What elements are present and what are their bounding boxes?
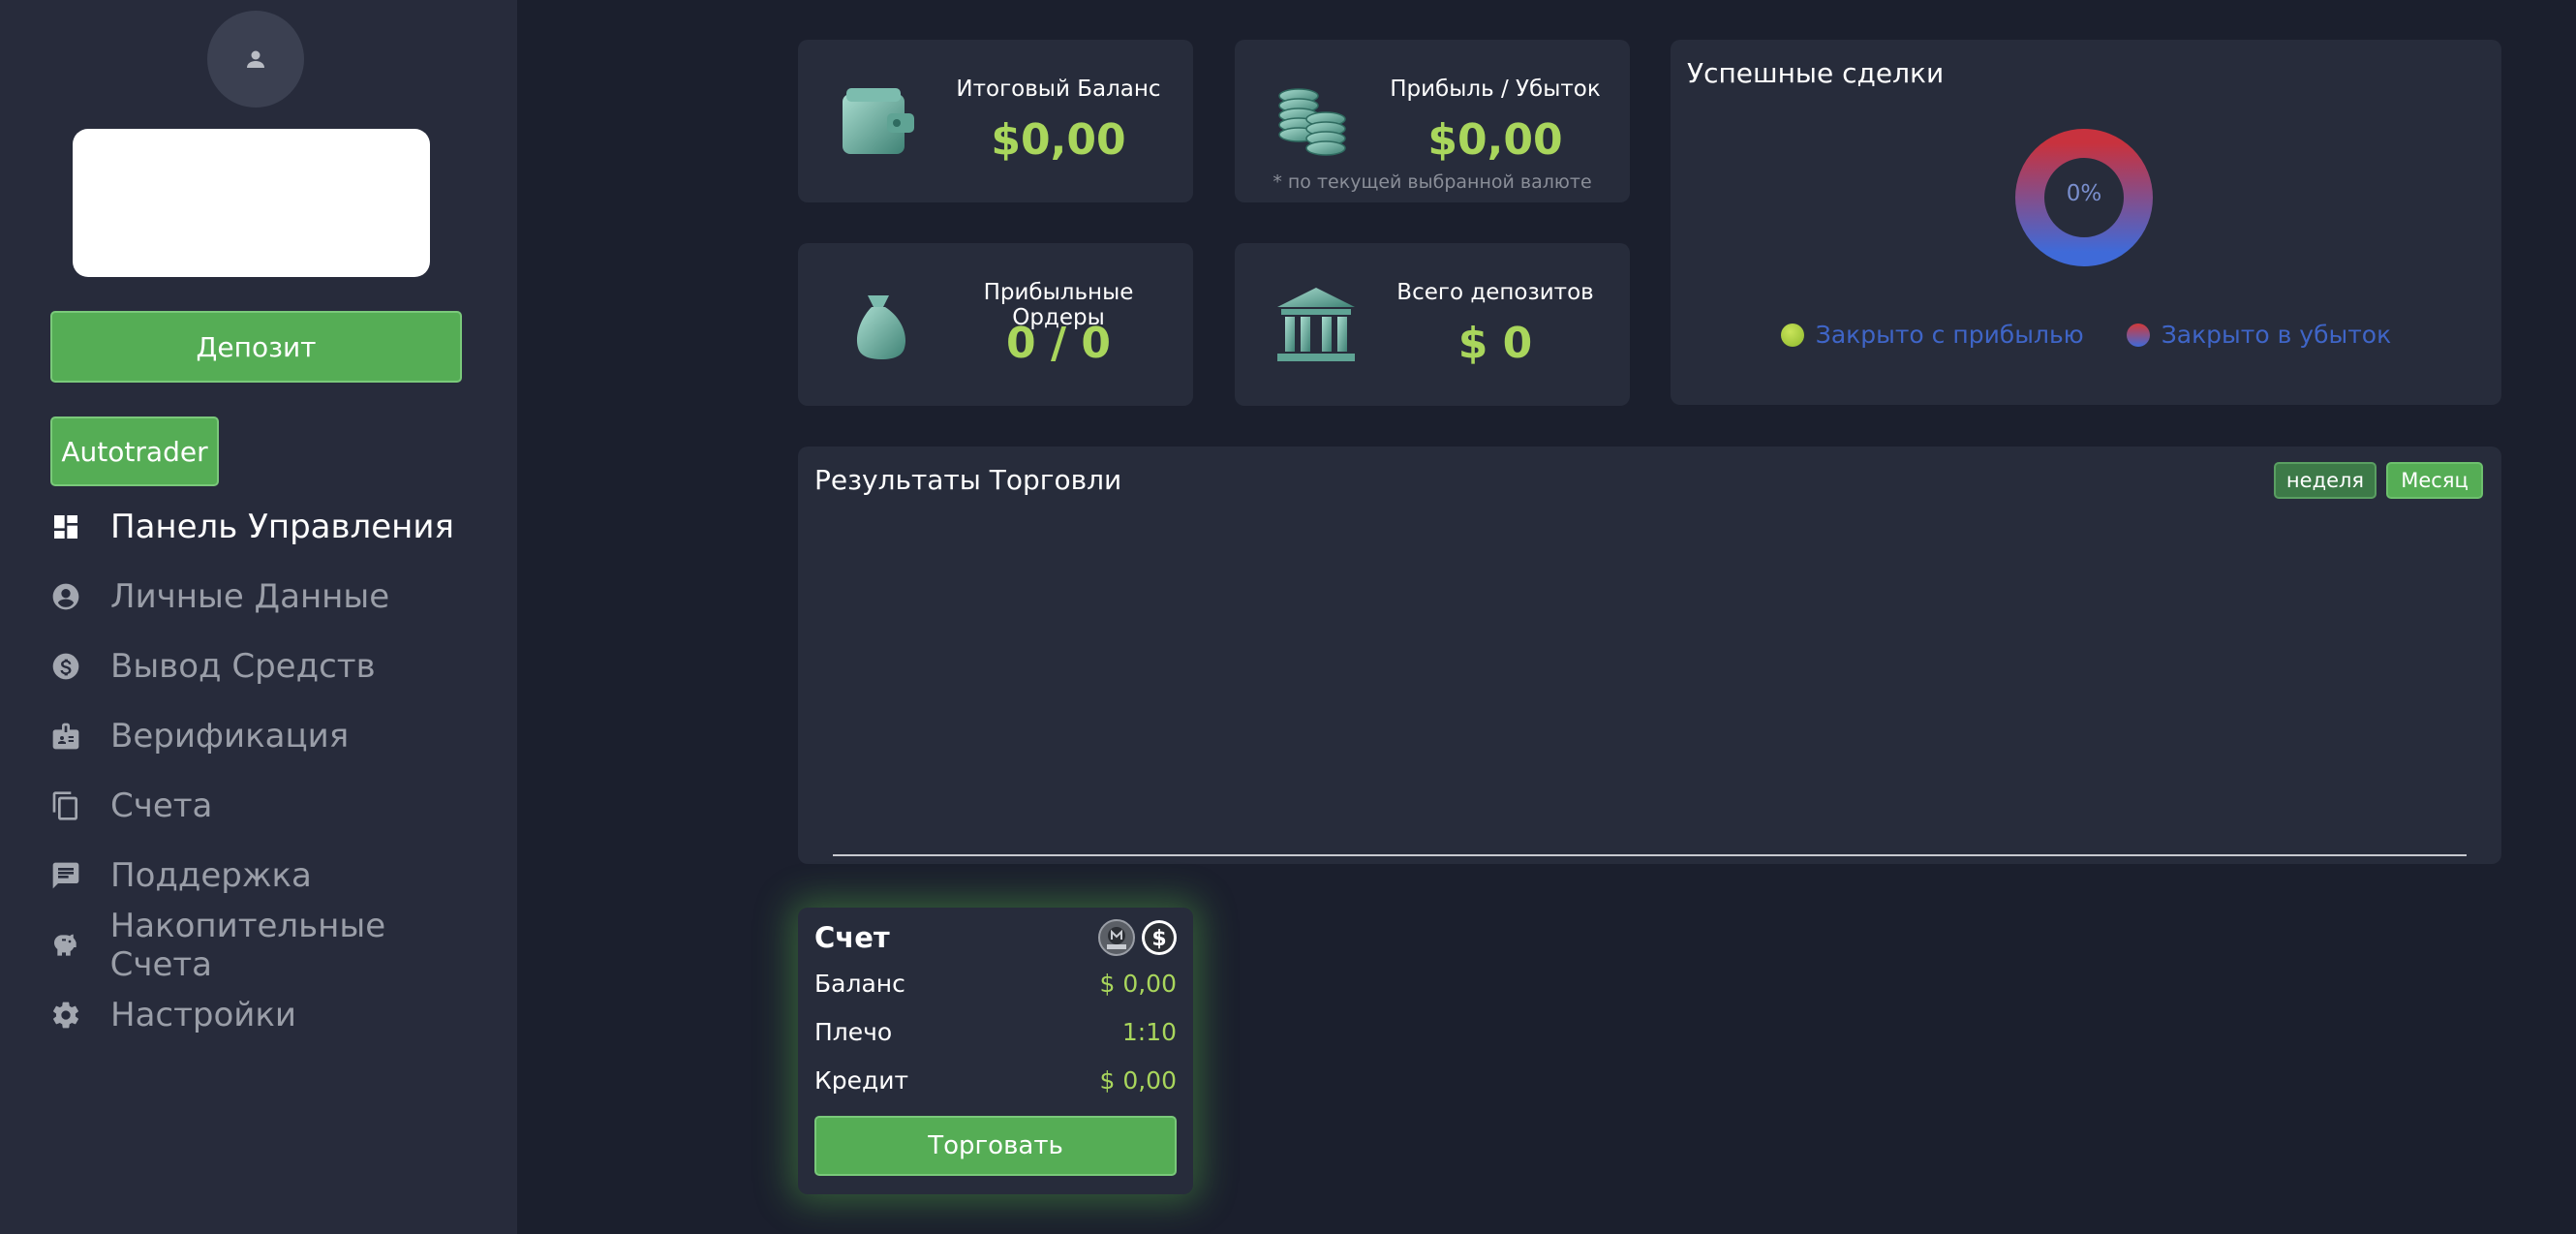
account-title: Счет	[814, 921, 890, 954]
sidebar-item-label: Счета	[110, 787, 213, 825]
sidebar-item-withdraw[interactable]: Вывод Средств	[50, 632, 496, 701]
profit-orders-value: 0 / 0	[1006, 319, 1111, 368]
id-badge-icon	[52, 723, 79, 750]
leverage-label: Плечо	[814, 1018, 893, 1046]
sidebar-item-personal-data[interactable]: Личные Данные	[50, 562, 496, 632]
profit-loss-card: Прибыль / Убыток $0,00 * по текущей выбр…	[1235, 40, 1630, 202]
sidebar-item-label: Панель Управления	[110, 508, 454, 546]
wallet-icon	[843, 88, 914, 154]
bank-icon	[1277, 288, 1355, 361]
sidebar-item-settings[interactable]: Настройки	[50, 980, 496, 1050]
account-badges: $	[1098, 919, 1178, 956]
donut-legend: Закрыто с прибылью Закрыто в убыток	[1671, 321, 2501, 349]
period-month-button[interactable]: Месяц	[2386, 462, 2483, 499]
profit-loss-value: $0,00	[1427, 115, 1563, 165]
account-leverage-row: Плечо 1:10	[814, 1018, 1177, 1046]
logo-placeholder	[73, 129, 430, 277]
sidebar-item-label: Настройки	[110, 996, 297, 1034]
account-credit-row: Кредит $ 0,00	[814, 1066, 1177, 1095]
legend-profit-label: Закрыто с прибылью	[1815, 321, 2084, 349]
successful-trades-title: Успешные сделки	[1687, 57, 1945, 89]
money-bag-icon	[856, 295, 906, 359]
sidebar-item-label: Поддержка	[110, 856, 312, 895]
autotrader-button[interactable]: Autotrader	[50, 416, 219, 486]
piggy-bank-icon	[54, 934, 77, 956]
dollar-circle-icon	[52, 653, 79, 680]
svg-text:$: $	[1151, 927, 1166, 951]
credit-value: $ 0,00	[1099, 1066, 1177, 1095]
total-balance-label: Итоговый Баланс	[956, 77, 1161, 102]
successful-trades-card: Успешные сделки 0% Закрыто с прибылью За…	[1671, 40, 2501, 405]
deposit-button[interactable]: Депозит	[50, 311, 462, 383]
avatar[interactable]	[207, 11, 304, 108]
sidebar-item-verification[interactable]: Верификация	[50, 701, 496, 771]
leverage-value: 1:10	[1121, 1018, 1177, 1046]
sidebar-item-label: Накопительные Счета	[109, 907, 386, 984]
success-percent: 0%	[2066, 181, 2102, 206]
profit-dot-icon	[1780, 323, 1804, 347]
dashboard-icon	[54, 515, 77, 539]
dollar-badge-icon: $	[1142, 920, 1177, 955]
loss-dot-icon	[2126, 323, 2150, 347]
trade-button[interactable]: Торговать	[814, 1116, 1177, 1176]
total-deposits-value: $ 0	[1457, 319, 1533, 368]
success-donut-chart: 0%	[2013, 127, 2155, 268]
legend-loss-label: Закрыто в убыток	[2161, 321, 2392, 349]
balance-value: $ 0,00	[1099, 970, 1177, 998]
sidebar-item-label: Личные Данные	[110, 577, 390, 616]
account-card: Счет $ Баланс $ 0,00 Плечо 1:10 Кредит $…	[798, 908, 1193, 1194]
balance-label: Баланс	[814, 970, 905, 998]
sidebar-item-dashboard[interactable]: Панель Управления	[50, 492, 496, 562]
trading-results-title: Результаты Торговли	[814, 464, 1122, 496]
total-deposits-label: Всего депозитов	[1396, 280, 1594, 305]
sidebar-item-label: Вывод Средств	[110, 647, 376, 686]
sidebar-item-label: Верификация	[110, 717, 350, 756]
user-icon	[247, 50, 264, 68]
profit-loss-label: Прибыль / Убыток	[1390, 77, 1601, 102]
sidebar: Депозит Autotrader Панель Управления Лич…	[0, 0, 517, 1234]
chat-icon	[52, 862, 79, 889]
legend-profit[interactable]: Закрыто с прибылью	[1780, 321, 2084, 349]
sidebar-item-support[interactable]: Поддержка	[50, 841, 496, 910]
coins-icon	[1278, 88, 1346, 156]
chart-x-axis	[833, 854, 2467, 856]
sidebar-nav: Панель Управления Личные Данные Вывод Ср…	[50, 492, 496, 1050]
trading-results-card: Результаты Торговли неделя Месяц	[798, 447, 2501, 864]
legend-loss[interactable]: Закрыто в убыток	[2126, 321, 2392, 349]
sidebar-item-savings[interactable]: Накопительные Счета	[50, 907, 496, 984]
account-balance-row: Баланс $ 0,00	[814, 970, 1177, 998]
period-week-button[interactable]: неделя	[2274, 462, 2377, 499]
total-balance-value: $0,00	[991, 115, 1126, 165]
gear-icon	[53, 1002, 78, 1029]
total-balance-card: Итоговый Баланс $0,00	[798, 40, 1193, 202]
copy-icon	[52, 791, 77, 820]
sidebar-item-accounts[interactable]: Счета	[50, 771, 496, 841]
profit-orders-card: Прибыльные Ордеры 0 / 0	[798, 243, 1193, 406]
user-circle-icon	[52, 583, 79, 610]
credit-label: Кредит	[814, 1066, 909, 1095]
currency-note: * по текущей выбранной валюте	[1273, 171, 1592, 193]
total-deposits-card: Всего депозитов $ 0	[1235, 243, 1630, 406]
mt5-badge-icon	[1098, 919, 1135, 956]
